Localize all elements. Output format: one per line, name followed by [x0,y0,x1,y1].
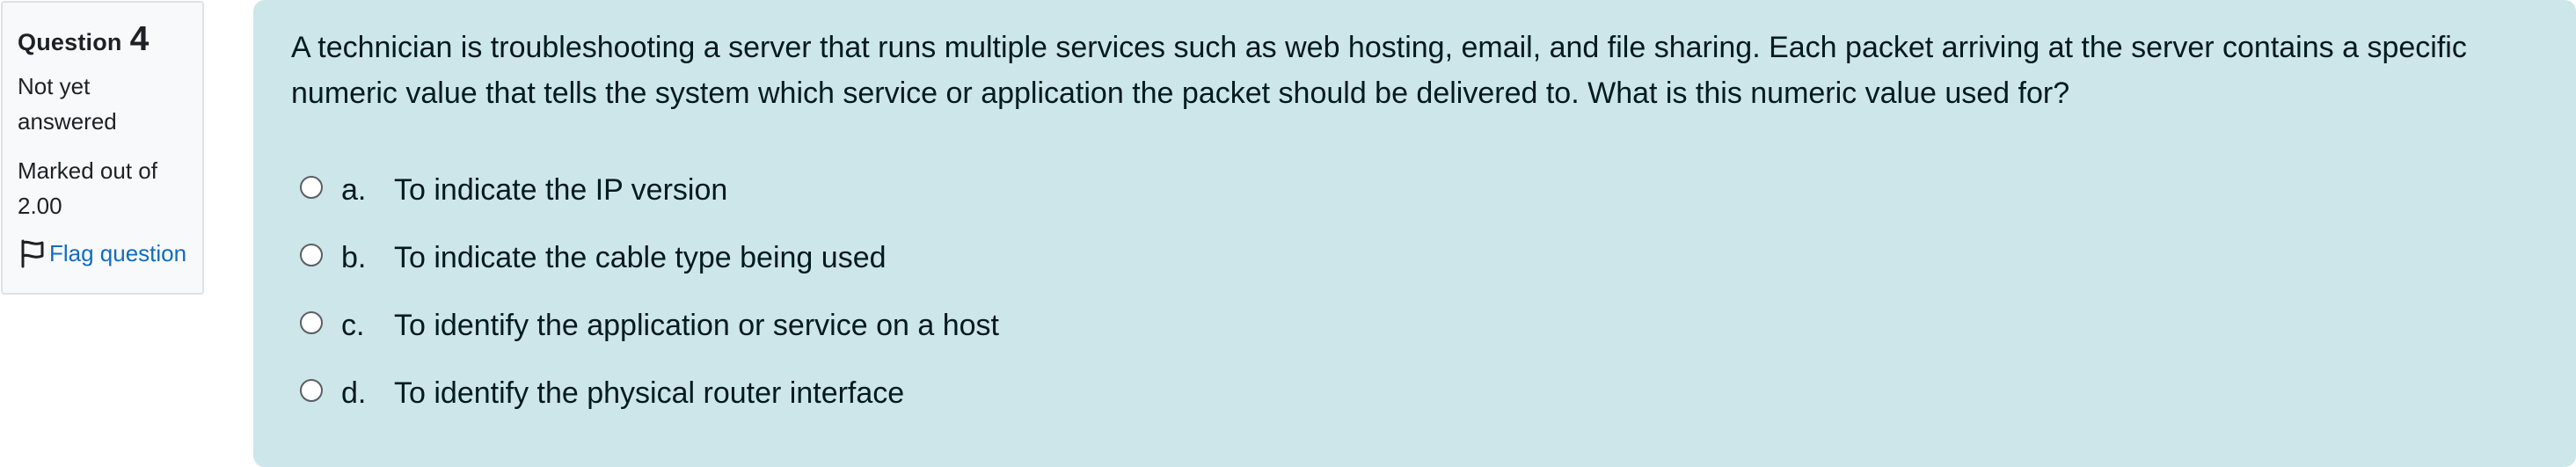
question-content: A technician is troubleshooting a server… [253,0,2576,467]
answer-option-a[interactable]: a. To indicate the IP version [291,157,2541,224]
answer-letter: c. [341,309,365,342]
radio-button[interactable] [300,378,323,402]
flag-question-link[interactable]: Flag question [18,238,188,268]
question-grade: Marked out of 2.00 [18,157,157,219]
answer-letter: b. [341,241,367,274]
question-label: Question [18,29,122,55]
quiz-question-page: Question 4 Not yet answered Marked out o… [0,0,2576,467]
radio-button[interactable] [300,243,323,266]
radio-button[interactable] [300,310,323,334]
answer-option-c[interactable]: c. To identify the application or servic… [291,292,2541,360]
answer-letter: a. [341,173,367,207]
answer-option-b[interactable]: b. To indicate the cable type being used [291,224,2541,292]
question-number-heading: Question 4 [18,20,188,59]
answer-text: To indicate the IP version [394,173,728,207]
flag-question-label: Flag question [49,239,187,266]
answer-text: To indicate the cable type being used [394,241,887,274]
question-text: A technician is troubleshooting a server… [291,31,2467,110]
flag-icon [18,238,47,268]
answer-text: To identify the application or service o… [394,309,999,342]
answer-letter: d. [341,376,367,410]
answer-options: a. To indicate the IP version b. To indi… [291,157,2541,427]
answer-option-d[interactable]: d. To identify the physical router inter… [291,360,2541,427]
radio-button[interactable] [300,175,323,199]
question-number: 4 [129,20,150,58]
answer-text: To identify the physical router interfac… [394,376,905,410]
question-state: Not yet answered [18,73,117,135]
question-info-panel: Question 4 Not yet answered Marked out o… [1,1,204,295]
